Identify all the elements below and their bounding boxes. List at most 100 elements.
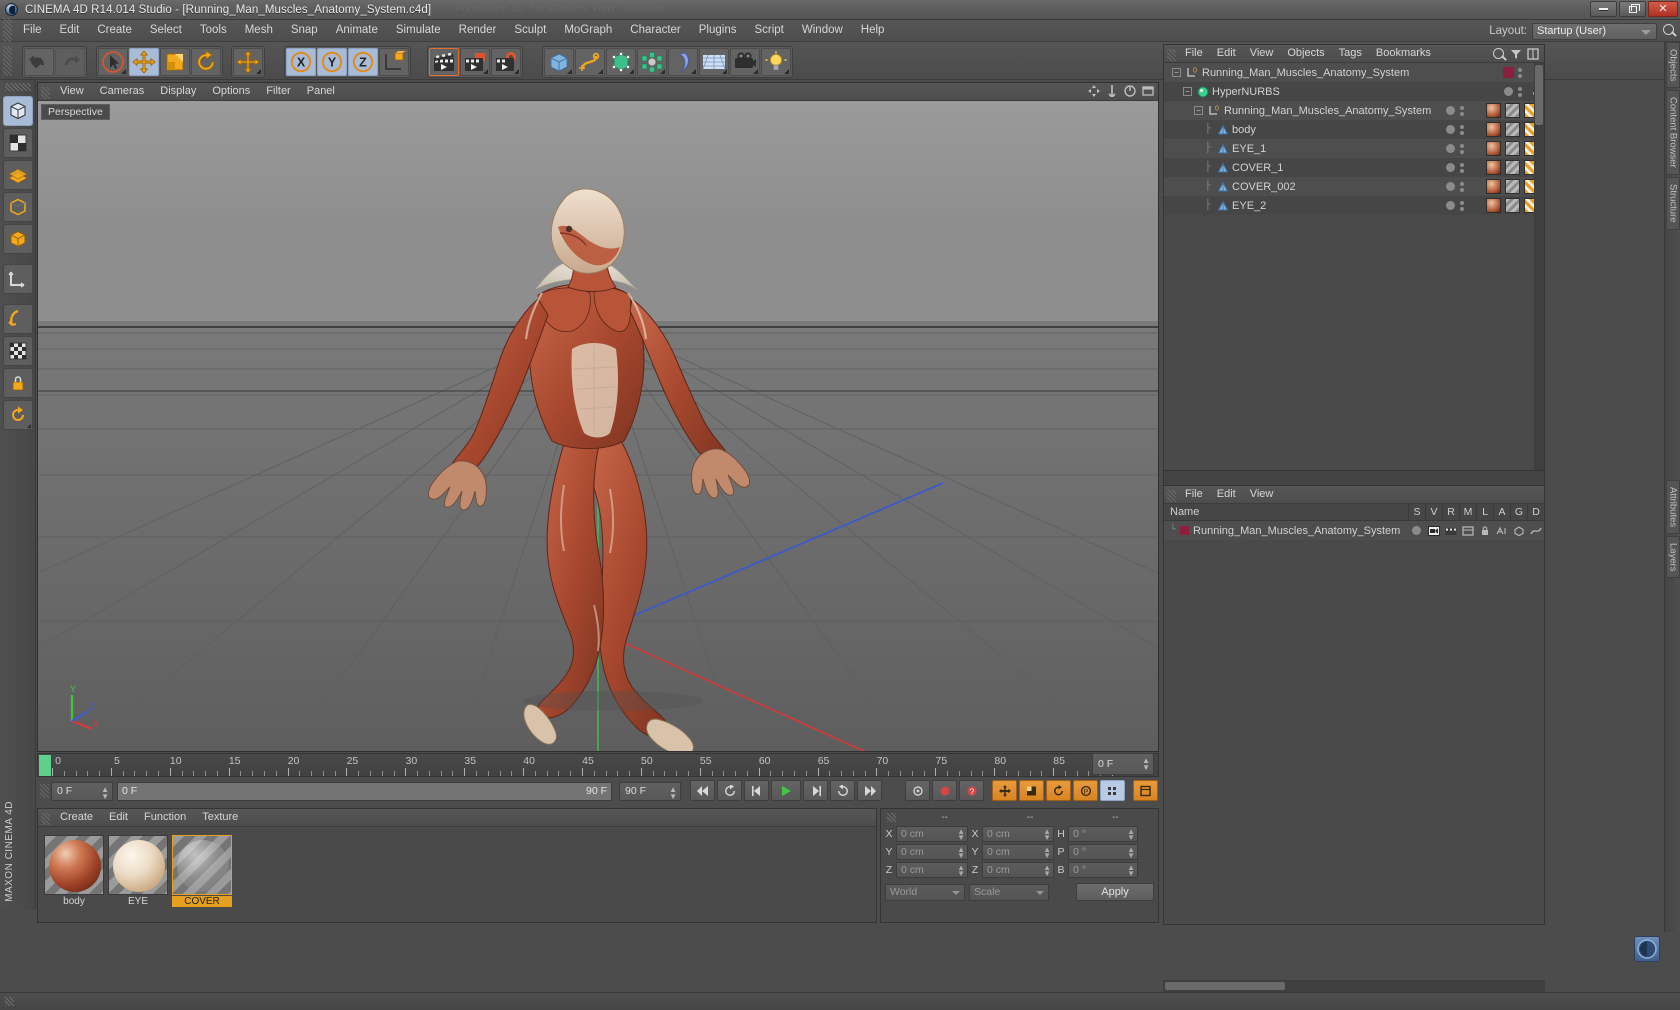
add-array-button[interactable]	[636, 48, 667, 76]
menu-animate[interactable]: Animate	[327, 20, 387, 41]
add-hypernurbs-button[interactable]	[605, 48, 636, 76]
material-menu-create[interactable]: Create	[52, 809, 101, 826]
menu-snap[interactable]: Snap	[282, 20, 327, 41]
layer-cell-l[interactable]	[1476, 525, 1493, 536]
layer-col-d[interactable]: D	[1527, 504, 1544, 520]
spinner-icon[interactable]: ▲ ▼	[101, 785, 109, 800]
position-x-field[interactable]: 0 cm ▲ ▼	[896, 826, 968, 842]
layer-cell-d[interactable]	[1527, 526, 1544, 536]
viewport-menu-options[interactable]: Options	[204, 83, 258, 100]
toolbar-grip[interactable]	[3, 46, 12, 76]
object-menu-objects[interactable]: Objects	[1280, 45, 1331, 62]
object-visibility-dot[interactable]	[1504, 87, 1513, 96]
material-manager-grip[interactable]	[41, 812, 50, 825]
dock-tab-layers[interactable]: Layers	[1665, 535, 1680, 579]
layer-col-m[interactable]: M	[1459, 504, 1476, 520]
menu-edit[interactable]: Edit	[51, 20, 89, 41]
material-menu-texture[interactable]: Texture	[194, 809, 246, 826]
previous-frame-button[interactable]	[744, 780, 769, 801]
next-frame-button[interactable]	[803, 780, 828, 801]
add-light-button[interactable]	[760, 48, 791, 76]
object-tree-row[interactable]: − 0 Running_Man_Muscles_Anatomy_System	[1164, 63, 1544, 82]
object-editor-dots[interactable]	[1518, 67, 1522, 78]
layer-menu-edit[interactable]: Edit	[1210, 486, 1243, 503]
object-tree-row[interactable]: ├ EYE_1	[1164, 139, 1544, 158]
dock-tab-content-browser[interactable]: Content Browser	[1665, 90, 1680, 175]
move-camera-icon[interactable]	[1088, 85, 1100, 97]
scale-tool-button[interactable]	[159, 48, 190, 76]
object-visibility-dot[interactable]	[1446, 163, 1455, 172]
object-manager-grip[interactable]	[1167, 48, 1176, 61]
uvw-tag-icon[interactable]	[1505, 198, 1520, 213]
menu-select[interactable]: Select	[141, 20, 191, 41]
frame-start-field[interactable]: 0 F ▲ ▼	[51, 781, 113, 801]
layer-cell-r[interactable]	[1442, 526, 1459, 536]
layer-menu-file[interactable]: File	[1178, 486, 1210, 503]
object-tree[interactable]: − 0 Running_Man_Muscles_Anatomy_System −…	[1164, 63, 1544, 215]
menu-help[interactable]: Help	[852, 20, 894, 41]
move-axis-button[interactable]	[233, 48, 264, 76]
material-item-eye[interactable]: EYE	[108, 835, 168, 907]
menu-script[interactable]: Script	[745, 20, 792, 41]
layer-cell-g[interactable]	[1510, 525, 1527, 536]
lock-x-axis-button[interactable]: X	[285, 48, 316, 76]
layer-cell-s[interactable]	[1408, 526, 1425, 535]
cover-material-icon[interactable]	[172, 835, 232, 895]
layer-manager-grip[interactable]	[1167, 489, 1176, 502]
object-tree-row[interactable]: − HyperNURBS ✓	[1164, 82, 1544, 101]
material-item-body[interactable]: body	[44, 835, 104, 907]
loop-button[interactable]	[717, 780, 742, 801]
menu-render[interactable]: Render	[450, 20, 506, 41]
size-mode-dropdown[interactable]: Scale	[969, 883, 1049, 901]
layer-cell-a[interactable]	[1493, 526, 1510, 536]
uvw-tag-icon[interactable]	[1505, 179, 1520, 194]
menu-mograph[interactable]: MoGraph	[555, 20, 621, 41]
layer-col-v[interactable]: V	[1425, 504, 1442, 520]
coordinate-system-dropdown[interactable]: World	[885, 883, 965, 901]
go-to-end-button[interactable]	[857, 780, 882, 801]
model-mode-button[interactable]	[2, 96, 33, 126]
close-button[interactable]: ✕	[1648, 1, 1678, 17]
texture-tag-icon[interactable]	[1486, 103, 1501, 118]
menu-sculpt[interactable]: Sculpt	[505, 20, 555, 41]
tree-expander[interactable]: −	[1183, 87, 1192, 96]
object-editor-dots[interactable]	[1518, 86, 1522, 97]
apply-button[interactable]: Apply	[1076, 883, 1154, 901]
object-visibility-dot[interactable]	[1446, 125, 1455, 134]
coordinate-system-button[interactable]	[378, 48, 409, 76]
object-color-swatch[interactable]	[1503, 67, 1514, 78]
spinner-icon[interactable]: ▲ ▼	[669, 785, 677, 800]
object-menu-bookmarks[interactable]: Bookmarks	[1369, 45, 1438, 62]
rotate-tool-button[interactable]	[190, 48, 221, 76]
animation-mode-button[interactable]	[1133, 780, 1158, 801]
texture-tag-icon[interactable]	[1486, 198, 1501, 213]
pan-camera-icon[interactable]	[1106, 85, 1118, 97]
perspective-viewport[interactable]: View Cameras Display Options Filter Pane…	[37, 82, 1159, 752]
layer-col-l[interactable]: L	[1476, 504, 1493, 520]
texture-tag-icon[interactable]	[1486, 141, 1501, 156]
autokeying-button[interactable]	[905, 780, 930, 801]
uvw-tag-icon[interactable]	[1505, 141, 1520, 156]
menu-plugins[interactable]: Plugins	[690, 20, 746, 41]
layout-icon[interactable]	[1527, 47, 1539, 60]
object-visibility-dot[interactable]	[1446, 106, 1455, 115]
material-menu-function[interactable]: Function	[136, 809, 194, 826]
record-active-objects-button[interactable]	[932, 780, 957, 801]
zoom-camera-icon[interactable]	[1124, 85, 1136, 97]
layer-col-r[interactable]: R	[1442, 504, 1459, 520]
viewport-canvas[interactable]	[38, 101, 1158, 751]
spinner-icon[interactable]: ▲ ▼	[957, 864, 965, 878]
object-tags[interactable]	[1486, 160, 1541, 175]
filter-icon[interactable]	[1510, 48, 1522, 60]
viewport-menu-view[interactable]: View	[52, 83, 92, 100]
undo-button[interactable]	[24, 48, 55, 76]
play-forwards-button[interactable]	[771, 780, 801, 801]
object-editor-dots[interactable]	[1460, 162, 1464, 173]
rotation-b-field[interactable]: 0 ° ▲ ▼	[1068, 862, 1138, 878]
viewport-menu-display[interactable]: Display	[152, 83, 204, 100]
render-view-button[interactable]	[429, 48, 460, 76]
body-material-icon[interactable]	[44, 835, 104, 895]
go-to-start-button[interactable]	[690, 780, 715, 801]
points-mode-button[interactable]	[2, 160, 33, 190]
object-editor-dots[interactable]	[1460, 105, 1464, 116]
